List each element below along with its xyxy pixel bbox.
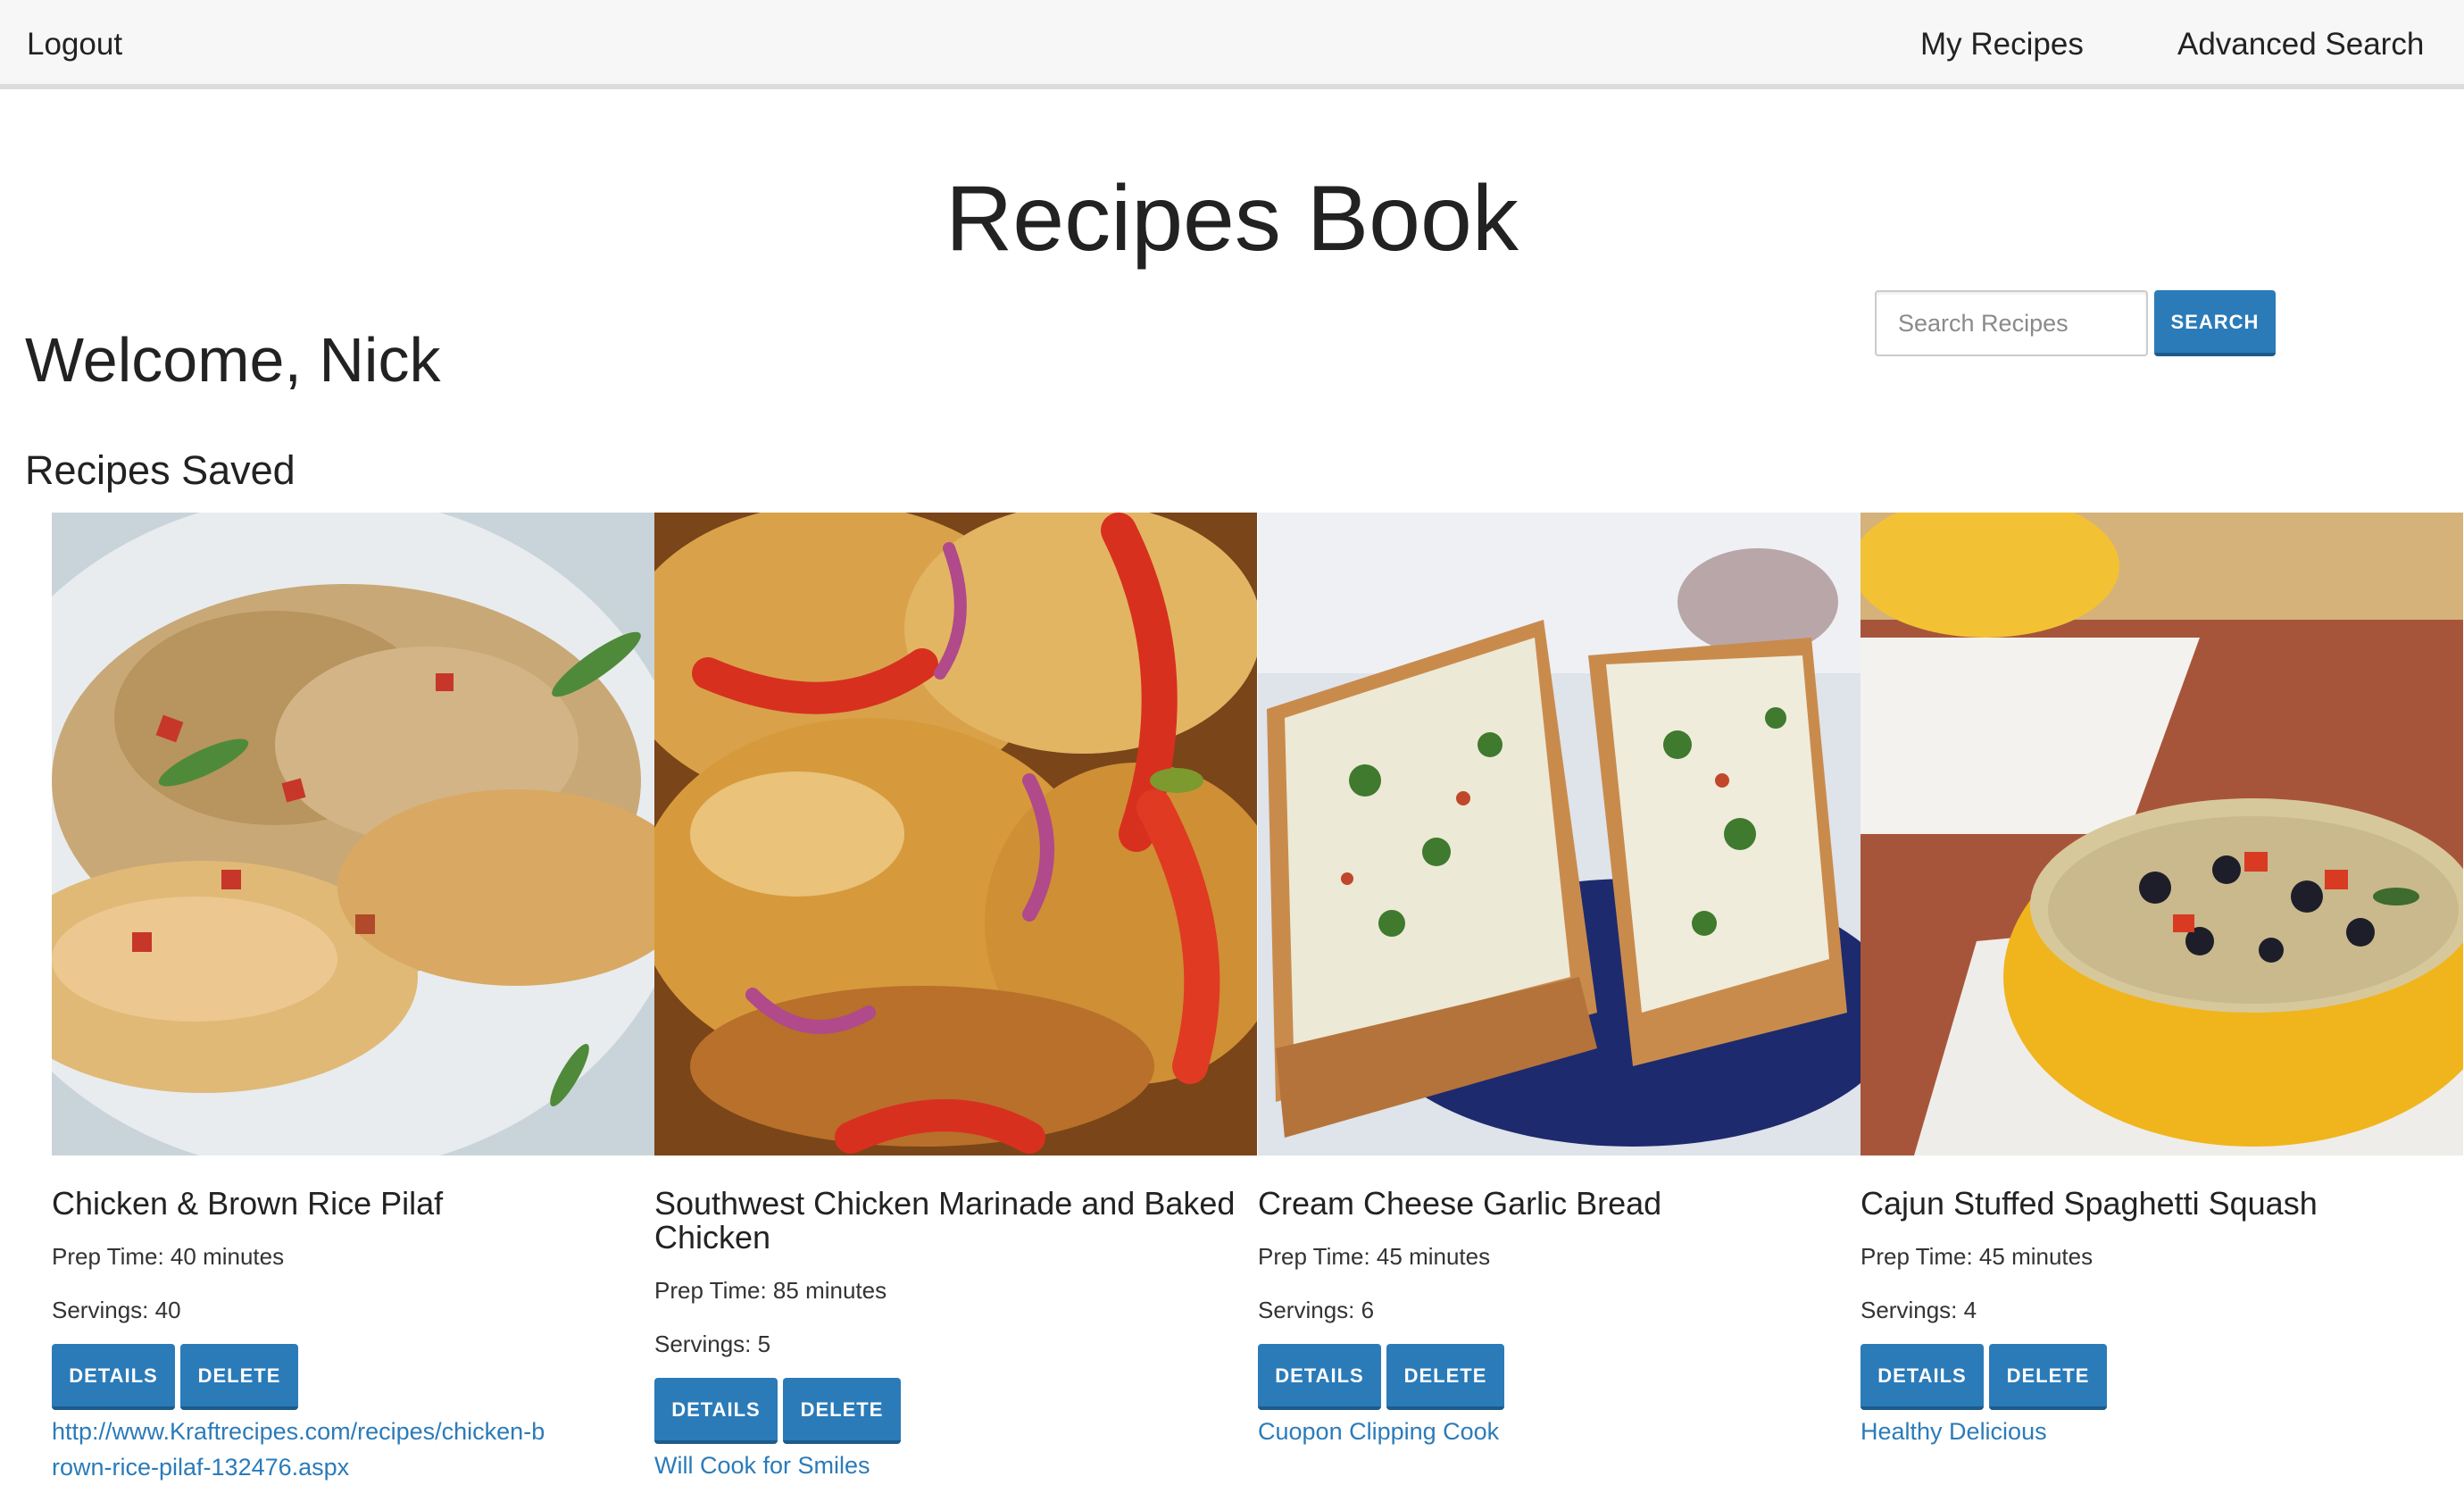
- delete-button[interactable]: DELETE: [1989, 1344, 2107, 1410]
- source-link[interactable]: Cuopon Clipping Cook: [1258, 1414, 1758, 1449]
- source-link[interactable]: http://www.Kraftrecipes.com/recipes/chic…: [52, 1414, 552, 1485]
- prep-time: Prep Time: 45 minutes: [1258, 1243, 1491, 1270]
- recipe-card: Cajun Stuffed Spaghetti Squash Prep Time…: [1860, 513, 2463, 1449]
- details-button[interactable]: DETAILS: [1258, 1344, 1381, 1410]
- recipe-image: [654, 513, 1257, 1155]
- recipe-card: Chicken & Brown Rice Pilaf Prep Time: 40…: [52, 513, 654, 1485]
- search-input[interactable]: [1875, 290, 2148, 356]
- delete-button[interactable]: DELETE: [783, 1378, 901, 1444]
- recipe-title: Cream Cheese Garlic Bread: [1258, 1185, 1662, 1222]
- welcome-heading: Welcome, Nick: [25, 325, 441, 395]
- servings: Servings: 5: [654, 1331, 771, 1357]
- prep-time: Prep Time: 85 minutes: [654, 1277, 887, 1304]
- recipe-card: Cream Cheese Garlic Bread Prep Time: 45 …: [1258, 513, 1860, 1449]
- card-actions: DETAILS DELETE: [52, 1344, 654, 1412]
- card-actions: DETAILS DELETE: [654, 1378, 1257, 1446]
- search-button[interactable]: SEARCH: [2154, 290, 2276, 356]
- details-button[interactable]: DETAILS: [52, 1344, 175, 1410]
- delete-button[interactable]: DELETE: [1386, 1344, 1504, 1410]
- source-link[interactable]: Healthy Delicious: [1860, 1414, 2360, 1449]
- section-heading-recipes-saved: Recipes Saved: [25, 447, 296, 493]
- top-navbar: Logout My Recipes Advanced Search: [0, 0, 2464, 89]
- card-actions: DETAILS DELETE: [1860, 1344, 2463, 1412]
- logout-link[interactable]: Logout: [27, 0, 122, 89]
- recipe-image: [1860, 513, 2463, 1155]
- servings: Servings: 6: [1258, 1297, 1375, 1323]
- advanced-search-link[interactable]: Advanced Search: [2177, 0, 2424, 89]
- prep-time: Prep Time: 40 minutes: [52, 1243, 285, 1270]
- recipe-card: Southwest Chicken Marinade and Baked Chi…: [654, 513, 1257, 1483]
- details-button[interactable]: DETAILS: [654, 1378, 778, 1444]
- recipe-title: Chicken & Brown Rice Pilaf: [52, 1185, 444, 1222]
- my-recipes-link[interactable]: My Recipes: [1920, 0, 2084, 89]
- delete-button[interactable]: DELETE: [180, 1344, 298, 1410]
- page-title: Recipes Book: [945, 167, 1519, 271]
- card-actions: DETAILS DELETE: [1258, 1344, 1860, 1412]
- source-link[interactable]: Will Cook for Smiles: [654, 1447, 1154, 1483]
- servings: Servings: 40: [52, 1297, 181, 1323]
- recipe-image: [52, 513, 654, 1155]
- recipe-title: Southwest Chicken Marinade and Baked Chi…: [654, 1185, 1236, 1256]
- recipe-title: Cajun Stuffed Spaghetti Squash: [1860, 1185, 2318, 1222]
- prep-time: Prep Time: 45 minutes: [1860, 1243, 2094, 1270]
- recipe-image: [1258, 513, 1860, 1155]
- servings: Servings: 4: [1860, 1297, 1977, 1323]
- details-button[interactable]: DETAILS: [1860, 1344, 1984, 1410]
